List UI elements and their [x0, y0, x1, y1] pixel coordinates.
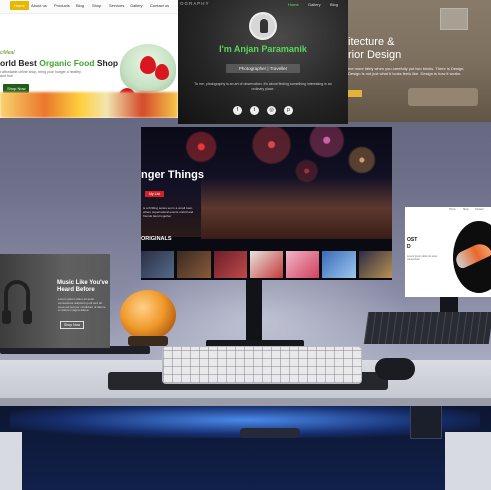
photo-brand: OGRAPHY: [180, 1, 210, 6]
architecture-website: itecture & rior Design me more fairly wh…: [348, 0, 491, 122]
sneaker-body: Lorem ipsum dolor sit amet consectetur: [407, 255, 438, 262]
cable: [240, 428, 300, 438]
show-description: is a thrilling series set in a small tow…: [143, 206, 194, 218]
food-nav-gallery[interactable]: Gallery: [130, 3, 143, 8]
thumbnail[interactable]: [213, 251, 247, 278]
cabinet-right: [445, 432, 491, 490]
photo-nav-home[interactable]: Home: [288, 2, 299, 7]
food-heading-prefix: orld Best: [0, 58, 37, 68]
moon-lamp-base: [128, 336, 168, 346]
food-nav: Home About us Products Blog Shop Service…: [0, 0, 178, 14]
sneaker-title-line2: D: [407, 244, 411, 250]
headphones-cup-image: [23, 310, 32, 324]
food-nav-products[interactable]: Products: [54, 3, 70, 8]
avatar: [249, 12, 277, 40]
cabinet-left: [0, 432, 22, 490]
headphones-cup-image: [2, 310, 11, 324]
food-nav-contact[interactable]: Contact us: [150, 3, 169, 8]
food-heading-suffix: Shop: [96, 58, 119, 68]
my-list-button[interactable]: My List: [145, 191, 165, 197]
facebook-icon[interactable]: f: [233, 106, 242, 115]
food-nav-about[interactable]: About us: [31, 3, 47, 8]
strawberry-image: [140, 56, 156, 74]
twitter-icon[interactable]: t: [250, 106, 259, 115]
thumbnail[interactable]: [177, 251, 211, 278]
thumbnail[interactable]: [358, 251, 392, 278]
sneaker-nav-home[interactable]: Home: [449, 208, 456, 211]
food-heading: orld Best Organic Food Shop: [0, 58, 118, 68]
architecture-title-line2: rior Design: [348, 49, 402, 61]
strawberry-image: [155, 64, 169, 80]
show-title: nger Things: [141, 169, 204, 181]
food-nav-home[interactable]: Home: [10, 1, 29, 10]
thumbnail[interactable]: [286, 251, 320, 278]
architecture-body: me more fairly when you carefully put tw…: [348, 66, 465, 76]
vegetables-image: [0, 92, 178, 118]
food-subtext: t affordable online shop, bring your hun…: [0, 70, 81, 79]
photographer-name: I'm Anjan Paramanik: [219, 44, 307, 54]
sneaker-website: Home Shop Contact OST D Lorem ipsum dolo…: [405, 207, 491, 297]
thumbnail-row: [141, 251, 392, 280]
desk-edge: [0, 398, 491, 406]
architecture-title: itecture & rior Design: [348, 36, 401, 62]
sneaker-title: OST D: [407, 237, 417, 251]
thumbnail[interactable]: [249, 251, 284, 278]
photographer-website: OGRAPHY Home Gallery Blog I'm Anjan Para…: [178, 0, 348, 124]
pinterest-icon[interactable]: p: [284, 106, 293, 115]
photo-nav-gallery[interactable]: Gallery: [308, 2, 321, 7]
originals-row-label: ORIGINALS: [141, 236, 172, 242]
streaming-website: nger Things My List is a thrilling serie…: [141, 127, 392, 280]
architecture-button[interactable]: [348, 90, 362, 97]
architecture-title-line1: itecture &: [348, 36, 395, 48]
thumbnail[interactable]: [141, 251, 175, 278]
food-heading-highlight: Organic Food: [39, 58, 95, 68]
sneaker-nav-shop[interactable]: Shop: [463, 208, 469, 211]
right-keyboard: [363, 312, 491, 344]
characters-image: [201, 177, 392, 239]
food-nav-shop[interactable]: Shop: [92, 3, 101, 8]
music-body: Lorem ipsum dolor sit amet consectetur a…: [58, 297, 106, 313]
food-logo: ciMeal: [0, 50, 15, 56]
sneaker-nav: Home Shop Contact: [405, 207, 491, 213]
keyboard: [162, 346, 362, 384]
music-title: Music Like You've Heard Before: [57, 280, 109, 293]
pc-tower: [410, 405, 442, 439]
photographer-role: Photographer | Traveller: [226, 64, 300, 73]
sneaker-title-line1: OST: [407, 237, 418, 243]
sneaker-nav-contact[interactable]: Contact: [475, 208, 484, 211]
photographer-description: To me, photography is an art of observat…: [194, 82, 332, 91]
mouse: [375, 358, 415, 380]
photo-nav-blog[interactable]: Blog: [330, 2, 338, 7]
food-nav-blog[interactable]: Blog: [76, 3, 84, 8]
instagram-icon[interactable]: ◎: [267, 106, 276, 115]
moon-lamp: [120, 290, 176, 340]
music-website: Music Like You've Heard Before Lorem ips…: [0, 254, 110, 348]
monitor-stand-neck: [246, 278, 262, 348]
thumbnail[interactable]: [322, 251, 356, 278]
music-shop-button[interactable]: Shop Now: [60, 321, 85, 329]
organic-food-website: Home About us Products Blog Shop Service…: [0, 0, 178, 118]
food-nav-services[interactable]: Services: [109, 3, 124, 8]
